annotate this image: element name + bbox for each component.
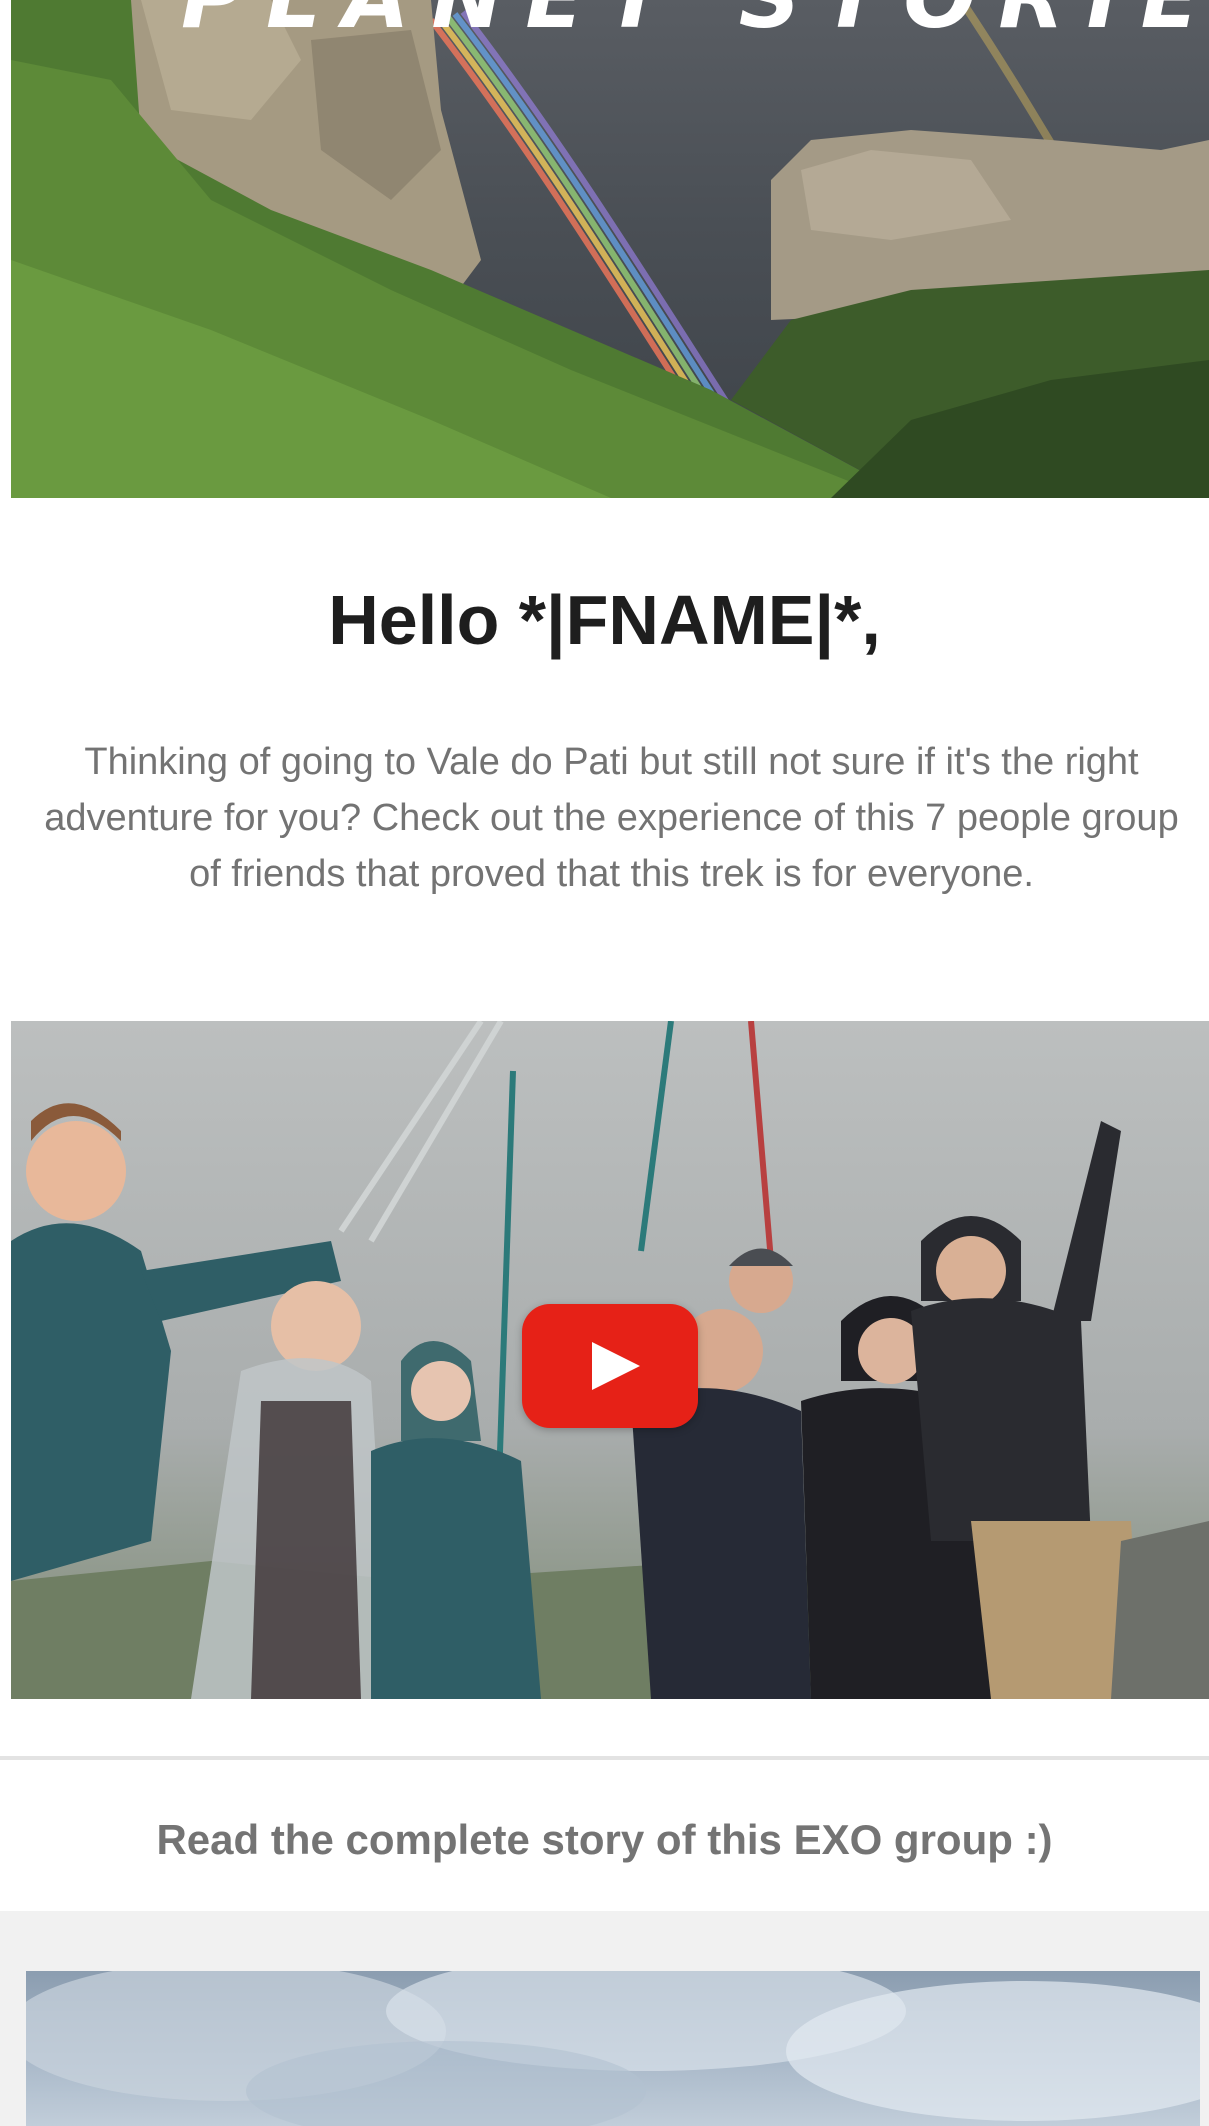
greeting-heading: Hello *|FNAME|*, (328, 581, 881, 659)
hero-title: PLANET STORIES (181, 0, 1209, 48)
story-section (0, 1911, 1209, 2126)
intro-line-3: of friends that proved that this trek is… (189, 853, 1034, 895)
video-thumbnail[interactable] (11, 1021, 1209, 1699)
section-divider (0, 1756, 1209, 1760)
story-image[interactable] (26, 1971, 1200, 2126)
read-story-link[interactable]: Read the complete story of this EXO grou… (0, 1816, 1209, 1864)
cloudy-sky-illustration (26, 1971, 1200, 2126)
intro-paragraph: Thinking of going to Vale do Pati but st… (0, 734, 1209, 902)
email-page: PLANET STORIES Hello *|FNAME|*, Thinking… (0, 0, 1209, 2126)
play-button[interactable] (522, 1304, 698, 1428)
hero-landscape-illustration (11, 0, 1209, 498)
intro-line-2: adventure for you? Check out the experie… (44, 797, 1179, 839)
intro-line-1: Thinking of going to Vale do Pati but st… (84, 741, 1139, 783)
play-icon (592, 1342, 640, 1390)
hero-image: PLANET STORIES (11, 0, 1209, 498)
